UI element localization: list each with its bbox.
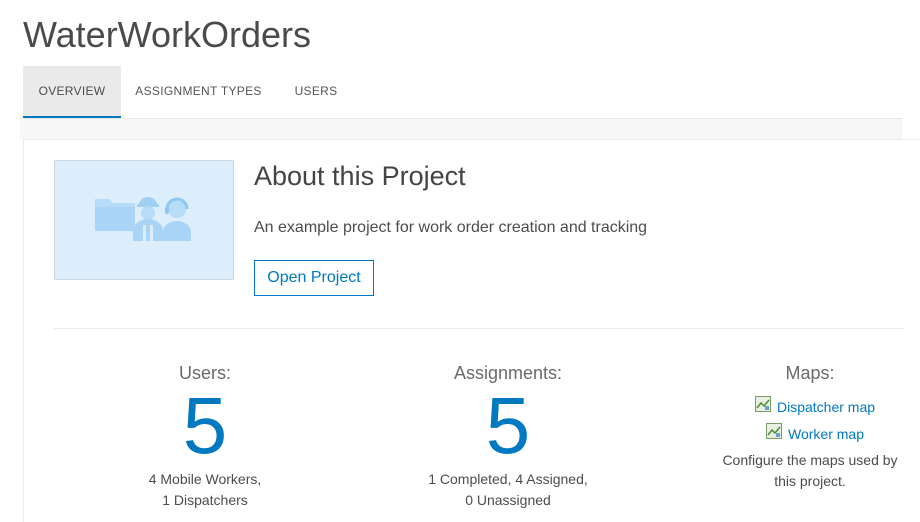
assignments-breakdown-line2: 0 Unassigned [465,492,551,508]
worker-map-label: Worker map [788,426,864,442]
maps-note-line1: Configure the maps used by [722,452,898,468]
tab-assignment-types[interactable]: ASSIGNMENT TYPES [121,66,276,118]
workforce-project-icon [93,189,197,250]
assignments-breakdown: 1 Completed, 4 Assigned, 0 Unassigned [408,469,608,511]
dispatcher-map-label: Dispatcher map [776,399,876,415]
about-title: About this Project [254,161,466,191]
app-title: WaterWorkOrders [23,14,312,55]
tab-bar: OVERVIEW ASSIGNMENT TYPES USERS [23,66,356,118]
maps-note: Configure the maps used by this project. [710,450,910,492]
users-stat: Users: 5 4 Mobile Workers, 1 Dispatchers [105,362,305,511]
maps-note-line2: this project. [774,473,846,489]
tab-users[interactable]: USERS [276,66,356,118]
open-project-button[interactable]: Open Project [254,260,374,296]
dispatcher-map-link[interactable]: Dispatcher map [720,394,910,421]
worker-map-link[interactable]: Worker map [720,421,910,448]
section-divider [54,328,904,329]
assignments-count: 5 [485,381,531,470]
users-breakdown: 4 Mobile Workers, 1 Dispatchers [105,469,305,511]
project-thumbnail [54,160,234,280]
users-breakdown-line2: 1 Dispatchers [162,492,248,508]
users-count: 5 [182,381,228,470]
project-description: An example project for work order creati… [254,219,648,236]
map-icon [766,421,782,448]
maps-stat: Maps: Dispatcher map Worker map Configur… [710,362,910,492]
map-icon [754,394,771,421]
users-breakdown-line1: 4 Mobile Workers, [148,471,262,487]
tab-overview[interactable]: OVERVIEW [23,66,121,118]
maps-label: Maps: [785,363,835,383]
map-list: Dispatcher map Worker map [720,394,910,448]
assignments-stat: Assignments: 5 1 Completed, 4 Assigned, … [408,362,608,511]
assignments-breakdown-line1: 1 Completed, 4 Assigned, [428,471,588,487]
content-header-band [20,119,902,140]
